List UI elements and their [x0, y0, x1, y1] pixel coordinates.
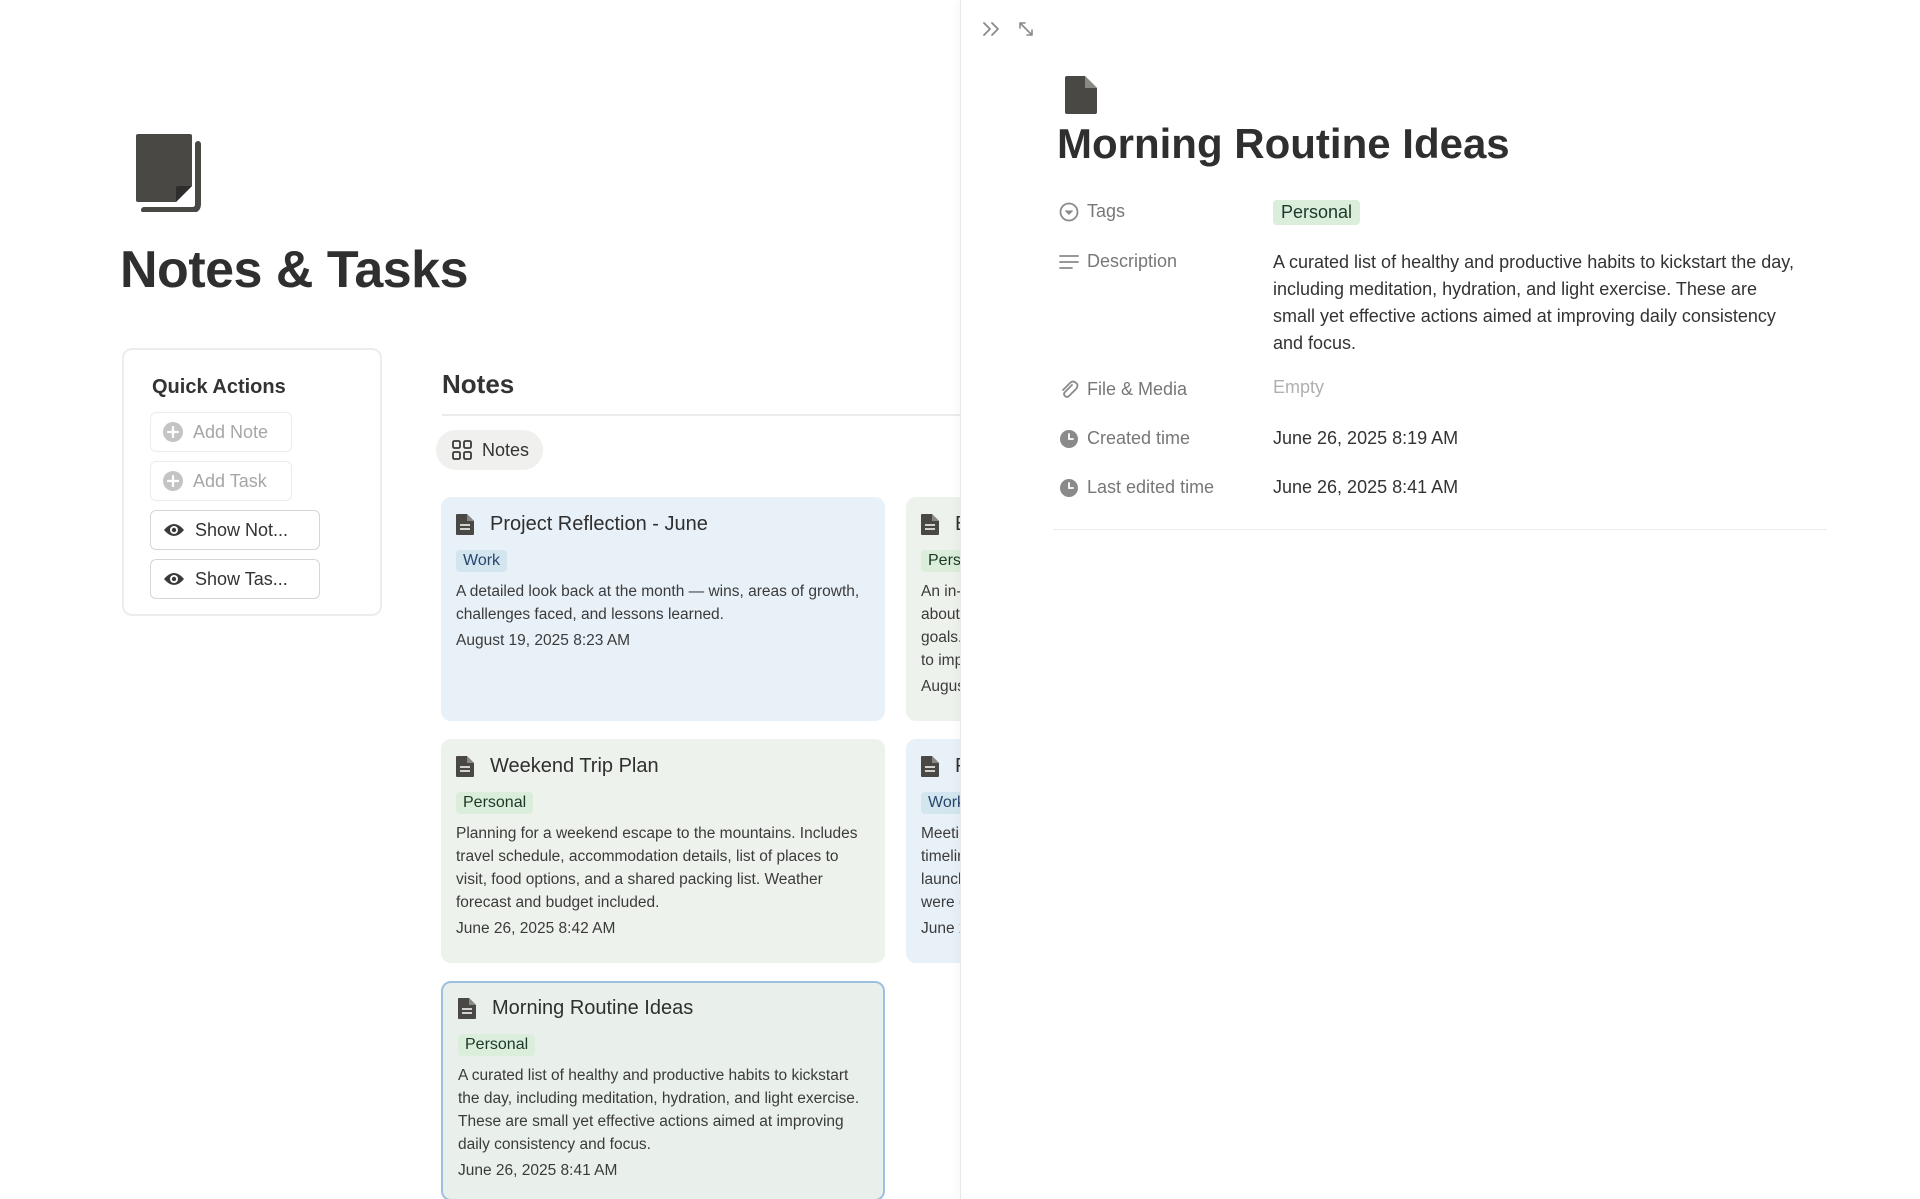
- status-badge: Work: [456, 550, 508, 572]
- tags-property-value[interactable]: Personal: [1273, 200, 1361, 225]
- quick-actions-title: Quick Actions: [152, 376, 286, 398]
- note-card-title: Project Reflection - June: [490, 513, 708, 535]
- note-card-date: June 2: [921, 920, 960, 937]
- description-property-label: Description: [1059, 251, 1177, 272]
- note-card-title: Weekend Trip Plan: [490, 755, 659, 777]
- side-peek-panel: Morning Routine Ideas Tags Personal Desc…: [960, 0, 1920, 1199]
- description-property-value[interactable]: A curated list of healthy and productive…: [1273, 249, 1803, 357]
- last-edited-time-property-value: June 26, 2025 8:41 AM: [1273, 477, 1459, 497]
- panel-title: Morning Routine Ideas: [1057, 120, 1510, 167]
- file-media-property-label: File & Media: [1059, 379, 1187, 400]
- documents-stack-icon: [136, 134, 208, 213]
- tab-notes-label: Notes: [482, 439, 530, 460]
- note-card[interactable]: Weekend Trip Plan Personal Planning for …: [441, 739, 885, 963]
- note-card-title: Morning Routine Ideas: [492, 997, 694, 1019]
- file-media-property-value[interactable]: Empty: [1273, 377, 1324, 398]
- note-card[interactable]: Project Reflection - June Work A detaile…: [441, 497, 885, 721]
- divider: [442, 414, 960, 416]
- clock-icon: [1060, 429, 1078, 448]
- add-task-label: Add Task: [193, 470, 267, 491]
- expand-arrows-icon: [1019, 22, 1033, 36]
- note-card-date: June 26, 2025 8:42 AM: [456, 920, 616, 937]
- note-card-selected[interactable]: Morning Routine Ideas Personal A curated…: [441, 981, 885, 1199]
- last-edited-time-property-label: Last edited time: [1059, 477, 1214, 498]
- add-note-button[interactable]: Add Note: [150, 412, 292, 452]
- document-icon: [1065, 76, 1097, 119]
- plus-circle-icon: [163, 471, 183, 491]
- tab-notes-gallery[interactable]: Notes: [436, 430, 544, 470]
- document-icon: [458, 998, 476, 1019]
- main-page: Notes & Tasks Quick Actions Add Note Add…: [0, 0, 960, 1199]
- note-card-date: June 26, 2025 8:41 AM: [458, 1162, 618, 1179]
- eye-icon: [164, 573, 184, 585]
- document-icon: [456, 756, 474, 777]
- note-card-description: Planning for a weekend escape to the mou…: [456, 825, 858, 911]
- show-notes-button[interactable]: Show Not...: [150, 510, 320, 550]
- text-lines-icon: [1059, 254, 1079, 269]
- select-circle-icon: [1059, 202, 1079, 221]
- note-card-date: August 19, 2025 8:23 AM: [456, 632, 631, 649]
- paperclip-icon: [1062, 380, 1079, 398]
- document-icon: [921, 514, 939, 535]
- status-badge: Personal: [458, 1034, 536, 1056]
- double-chevron-right-icon: [983, 22, 999, 36]
- notes-heading: Notes: [442, 369, 515, 399]
- eye-icon: [164, 524, 184, 536]
- status-badge: Work: [921, 792, 960, 814]
- tags-property-label: Tags: [1059, 201, 1125, 222]
- expand-panel-button[interactable]: [1013, 16, 1039, 42]
- add-task-button[interactable]: Add Task: [150, 461, 292, 501]
- note-card-date: Augus: [921, 678, 960, 695]
- show-tasks-label: Show Tas...: [195, 568, 288, 589]
- note-card-description: Meeti… timelir… launcl… were (: [921, 825, 960, 911]
- clock-icon: [1060, 478, 1078, 497]
- note-card-description: A detailed look back at the month — wins…: [456, 583, 860, 623]
- note-card-description: A curated list of healthy and productive…: [458, 1067, 860, 1153]
- close-panel-button[interactable]: [979, 16, 1005, 42]
- status-badge: Perso: [921, 550, 960, 572]
- document-icon: [921, 756, 939, 777]
- quick-actions-panel: Quick Actions Add Note Add Task Show Not…: [122, 348, 382, 616]
- gallery-grid-icon: [452, 440, 472, 460]
- divider: [1053, 529, 1827, 530]
- plus-circle-icon: [163, 422, 183, 442]
- show-notes-label: Show Not...: [195, 519, 289, 540]
- show-tasks-button[interactable]: Show Tas...: [150, 559, 320, 599]
- status-badge: Personal: [456, 792, 534, 814]
- note-card[interactable]: P Work Meeti… timelir… launcl… were ( Ju…: [906, 739, 960, 963]
- created-time-property-label: Created time: [1059, 428, 1190, 449]
- page-title: Notes & Tasks: [120, 241, 469, 299]
- document-icon: [456, 514, 474, 535]
- status-badge: Personal: [1273, 200, 1361, 225]
- add-note-label: Add Note: [193, 421, 269, 442]
- note-card-description: An in-… about… goals.… to imp…: [921, 583, 960, 669]
- note-card[interactable]: B Perso An in-… about… goals.… to imp… A…: [906, 497, 960, 721]
- created-time-property-value: June 26, 2025 8:19 AM: [1273, 428, 1459, 448]
